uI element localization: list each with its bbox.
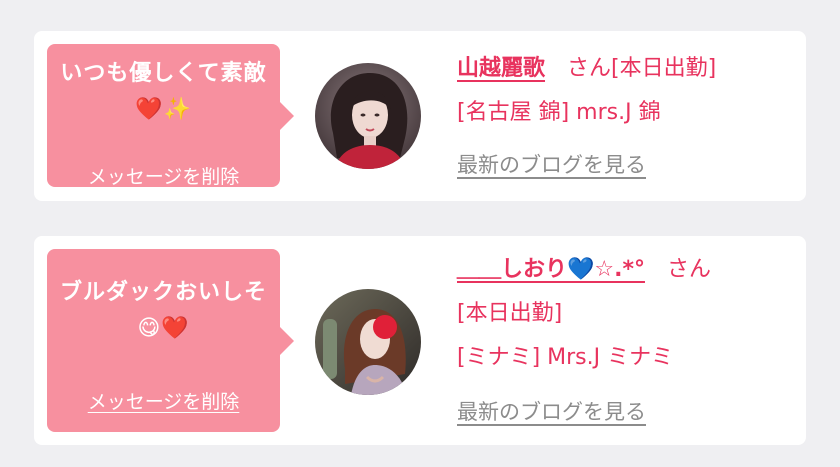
work-status: [本日出勤]: [457, 301, 563, 326]
cast-info: ＿＿しおり💙☆.*° さん [本日出勤] [ミナミ] Mrs.J ミナミ 最新のブ…: [457, 250, 786, 436]
favorite-card: いつも優しくて素敵❤️✨ メッセージを削除 山越麗歌 さん[本日出勤] [名古屋…: [34, 31, 806, 201]
honorific: さん: [567, 56, 612, 81]
honorific: さん: [666, 257, 711, 282]
name-line: 山越麗歌 さん[本日出勤]: [457, 49, 786, 93]
delete-message-link[interactable]: メッセージを削除: [47, 387, 280, 414]
woman-portrait-avatar-icon: [315, 63, 421, 169]
shop-name: [名古屋 錦] mrs.J 錦: [457, 100, 661, 125]
message-bubble: ブルダックおいしそ😋❤️ メッセージを削除: [47, 249, 294, 432]
avatar[interactable]: [315, 289, 421, 395]
delete-message-link[interactable]: メッセージを削除: [47, 162, 280, 189]
blog-line: 最新のブログを見る: [457, 392, 786, 436]
latest-blog-link[interactable]: 最新のブログを見る: [457, 153, 646, 177]
latest-blog-link[interactable]: 最新のブログを見る: [457, 400, 646, 424]
blog-line: 最新のブログを見る: [457, 145, 786, 189]
cast-name-link[interactable]: ＿＿しおり💙☆.*°: [457, 257, 645, 282]
name-line: ＿＿しおり💙☆.*° さん: [457, 250, 786, 294]
message-bubble: いつも優しくて素敵❤️✨ メッセージを削除: [47, 44, 294, 189]
favorite-card: ブルダックおいしそ😋❤️ メッセージを削除 ＿＿しおり💙☆.*° さん [本日出勤…: [34, 236, 806, 445]
message-text: いつも優しくて素敵❤️✨: [60, 61, 267, 122]
cast-name-link[interactable]: 山越麗歌: [457, 56, 545, 81]
cast-info: 山越麗歌 さん[本日出勤] [名古屋 錦] mrs.J 錦 最新のブログを見る: [457, 49, 786, 189]
message-text: ブルダックおいしそ😋❤️: [59, 280, 267, 341]
avatar[interactable]: [315, 63, 421, 169]
shop-name: [ミナミ] Mrs.J ミナミ: [457, 345, 674, 370]
woman-portrait-avatar-icon: [315, 289, 421, 395]
work-status: [本日出勤]: [611, 56, 717, 81]
